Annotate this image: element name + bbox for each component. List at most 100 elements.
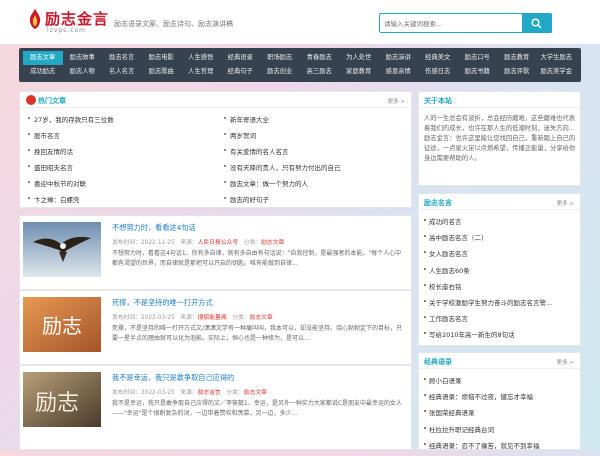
motivation-image: 励志 bbox=[23, 297, 101, 352]
panel-title: 励志名言 bbox=[424, 199, 452, 207]
nav-item[interactable]: 名人名言 bbox=[102, 65, 142, 79]
article-thumbnail[interactable]: 励志 bbox=[23, 297, 101, 352]
nav-item[interactable]: 励志创业 bbox=[260, 65, 300, 79]
nav-item[interactable]: 感恩亲情 bbox=[379, 65, 419, 79]
nav-item[interactable]: 职场励志 bbox=[260, 51, 300, 65]
more-link[interactable]: 更多 > bbox=[557, 358, 574, 366]
search-box bbox=[379, 13, 552, 33]
nav-item[interactable]: 伤感日志 bbox=[418, 65, 458, 79]
nav-item[interactable]: 励志美学金 bbox=[537, 65, 577, 79]
more-link[interactable]: 更多 > bbox=[557, 199, 574, 207]
motivation-image: 励志 bbox=[23, 372, 101, 427]
list-item[interactable]: 成功的名言 bbox=[424, 216, 577, 232]
nav-item[interactable]: 励志书籍 bbox=[458, 65, 498, 79]
list-item[interactable]: 经典语录：忍不了痛苦，就见不到幸福 bbox=[424, 440, 577, 456]
nav-item[interactable]: 高三励志 bbox=[300, 65, 340, 79]
article-source: 励志金言 bbox=[197, 390, 221, 396]
nav-item[interactable]: 青春励志 bbox=[300, 51, 340, 65]
article-title[interactable]: 死撑，不是坚持的唯一打开方式 bbox=[112, 298, 213, 308]
nav-item[interactable]: 经典语录 bbox=[221, 51, 261, 65]
hot-article-link[interactable]: 有关爱情的名人名言 bbox=[224, 146, 289, 156]
about-panel: 关于本站 人的一生总会有波折，总会经历磨难，这些磨难也代表着我们的成长，也许在那… bbox=[418, 91, 581, 186]
nav-item[interactable]: 励志文章 bbox=[23, 51, 63, 65]
hot-article-link[interactable]: 挽回友情的话 bbox=[28, 146, 73, 156]
nav-item[interactable]: 人生哲理 bbox=[181, 65, 221, 79]
list-item[interactable]: 高中励志名言（二） bbox=[424, 232, 577, 248]
article-card: 励志 死撑，不是坚持的唯一打开方式 发布时间：2022-03-25 来源：搜狐能… bbox=[19, 290, 412, 365]
article-category[interactable]: 励志文章 bbox=[244, 390, 267, 396]
panel-title: 关于本站 bbox=[424, 97, 452, 105]
hot-articles-panel: 热门文章 更多 > 27岁，我的存款只有三位数 股市名言 挽回友情的话 盛田昭夫… bbox=[19, 91, 412, 208]
hot-article-link[interactable]: 盛田昭夫名言 bbox=[28, 162, 73, 172]
article-title[interactable]: 不想努力时，看看这4句话 bbox=[112, 223, 196, 233]
nav-item[interactable]: 为人处世 bbox=[339, 51, 379, 65]
article-category[interactable]: 励志文章 bbox=[250, 315, 273, 321]
hot-article-link[interactable]: 没有天降的贵人，只有努力付出的自己 bbox=[224, 162, 341, 172]
nav-item[interactable]: 大学生励志 bbox=[537, 51, 577, 65]
list-item[interactable]: 女人励志名言 bbox=[424, 248, 577, 264]
list-item[interactable]: 写给2010年高一新生的8句话 bbox=[424, 329, 577, 345]
category-label: 分类： bbox=[226, 390, 244, 396]
hot-article-link[interactable]: 喜迎中秋节的对联 bbox=[28, 178, 86, 188]
nav-item[interactable]: 励志歌曲 bbox=[142, 65, 182, 79]
list-item[interactable]: 张国荣经典语录 bbox=[424, 407, 577, 423]
nav-item[interactable]: 家庭教育 bbox=[339, 65, 379, 79]
article-meta: 发布时间：2022-11-25 来源：人民日报公众号 分类：励志文章 bbox=[112, 237, 284, 246]
article-thumbnail[interactable] bbox=[23, 222, 101, 277]
list-item[interactable]: 顾小白语录 bbox=[424, 375, 577, 391]
more-link[interactable]: 更多 > bbox=[388, 97, 405, 105]
panel-header: 经典语录 更多 > bbox=[419, 353, 580, 369]
list-item[interactable]: 校长座右铭 bbox=[424, 281, 577, 297]
nav-item[interactable]: 励志演讲 bbox=[379, 51, 419, 65]
article-category[interactable]: 励志文章 bbox=[261, 240, 284, 246]
logo-icon bbox=[29, 9, 41, 29]
hot-article-link[interactable]: 新年寄语大全 bbox=[224, 114, 269, 124]
nav-row-2: 成功励志 励志人物 名人名言 励志歌曲 人生哲理 经典句子 励志创业 高三励志 … bbox=[23, 65, 576, 79]
header: 励志金言 lzvps.com 励志语录文案、励志诗句、励志演讲稿 bbox=[0, 0, 600, 44]
source-label: 来源： bbox=[180, 315, 198, 321]
nav-item[interactable]: 成功励志 bbox=[23, 65, 63, 79]
list-item[interactable]: 人生励志60条 bbox=[424, 265, 577, 281]
article-thumbnail[interactable]: 励志 bbox=[23, 372, 101, 427]
article-meta: 发布时间：2022-03-25 来源：励志金言 分类：励志文章 bbox=[112, 387, 267, 396]
category-label: 分类： bbox=[243, 240, 262, 246]
source-label: 来源： bbox=[180, 390, 198, 396]
hot-article-link[interactable]: 励志的好句子 bbox=[224, 194, 269, 204]
site-slogan: 励志语录文案、励志诗句、励志演讲稿 bbox=[114, 20, 233, 28]
list-item[interactable]: 工作励志名言 bbox=[424, 313, 577, 329]
list-item[interactable]: 经典语录：烦恼不过夜，健忘才幸福 bbox=[424, 391, 577, 407]
article-excerpt: 死撑，不是坚持的唯一打开方式文/潇潇文学有一种痛叫叫，我本可以，却没能坚持。烧心… bbox=[112, 325, 403, 342]
hot-article-link[interactable]: 两岁贺词 bbox=[224, 130, 256, 140]
logo-title[interactable]: 励志金言 bbox=[45, 8, 109, 29]
nav-item[interactable]: 励志口号 bbox=[458, 51, 498, 65]
panel-header: 励志名言 更多 > bbox=[419, 194, 580, 210]
quotes-list: 成功的名言 高中励志名言（二） 女人励志名言 人生励志60条 校长座右铭 关于学… bbox=[424, 216, 577, 346]
nav-item[interactable]: 经典美文 bbox=[418, 51, 458, 65]
panel-title: 经典语录 bbox=[424, 358, 452, 366]
hot-article-link[interactable]: 股市名言 bbox=[28, 130, 60, 140]
article-title[interactable]: 我不是幸运，我只是敢争取自己应得的 bbox=[112, 373, 234, 383]
nav-item[interactable]: 励志电影 bbox=[142, 51, 182, 65]
list-item[interactable]: 杜拉拉升职记经典台词 bbox=[424, 424, 577, 440]
nav-item[interactable]: 经典句子 bbox=[221, 65, 261, 79]
search-button[interactable] bbox=[522, 13, 552, 33]
list-item[interactable]: 关于学校激励学生努力奋斗的励志名言警... bbox=[424, 297, 577, 313]
article-card: 励志 我不是幸运，我只是敢争取自己应得的 发布时间：2022-03-25 来源：… bbox=[19, 365, 412, 450]
panel-header: 关于本站 bbox=[419, 92, 580, 108]
nav-item[interactable]: 励志评歌 bbox=[497, 65, 537, 79]
article-date: 发布时间：2022-03-25 bbox=[112, 315, 175, 321]
nav-item[interactable]: 励志故事 bbox=[63, 51, 103, 65]
svg-text:励志: 励志 bbox=[42, 314, 82, 338]
article-card: 不想努力时，看看这4句话 发布时间：2022-11-25 来源：人民日报公众号 … bbox=[19, 215, 412, 290]
quotes-panel: 励志名言 更多 > 成功的名言 高中励志名言（二） 女人励志名言 人生励志60条… bbox=[418, 193, 581, 346]
nav-item[interactable]: 励志人物 bbox=[63, 65, 103, 79]
hot-article-link[interactable]: 卞之琳：白螺壳 bbox=[28, 194, 80, 204]
source-label: 来源： bbox=[180, 240, 198, 246]
hot-article-link[interactable]: 27岁，我的存款只有三位数 bbox=[28, 114, 114, 124]
nav-item[interactable]: 励志名言 bbox=[102, 51, 142, 65]
classic-quotes-panel: 经典语录 更多 > 顾小白语录 经典语录：烦恼不过夜，健忘才幸福 张国荣经典语录… bbox=[418, 352, 581, 450]
hot-article-link[interactable]: 励志文章：做一个努力的人 bbox=[224, 178, 308, 188]
nav-item[interactable]: 励志教育 bbox=[497, 51, 537, 65]
search-input[interactable] bbox=[384, 18, 519, 29]
nav-item[interactable]: 人生感悟 bbox=[181, 51, 221, 65]
